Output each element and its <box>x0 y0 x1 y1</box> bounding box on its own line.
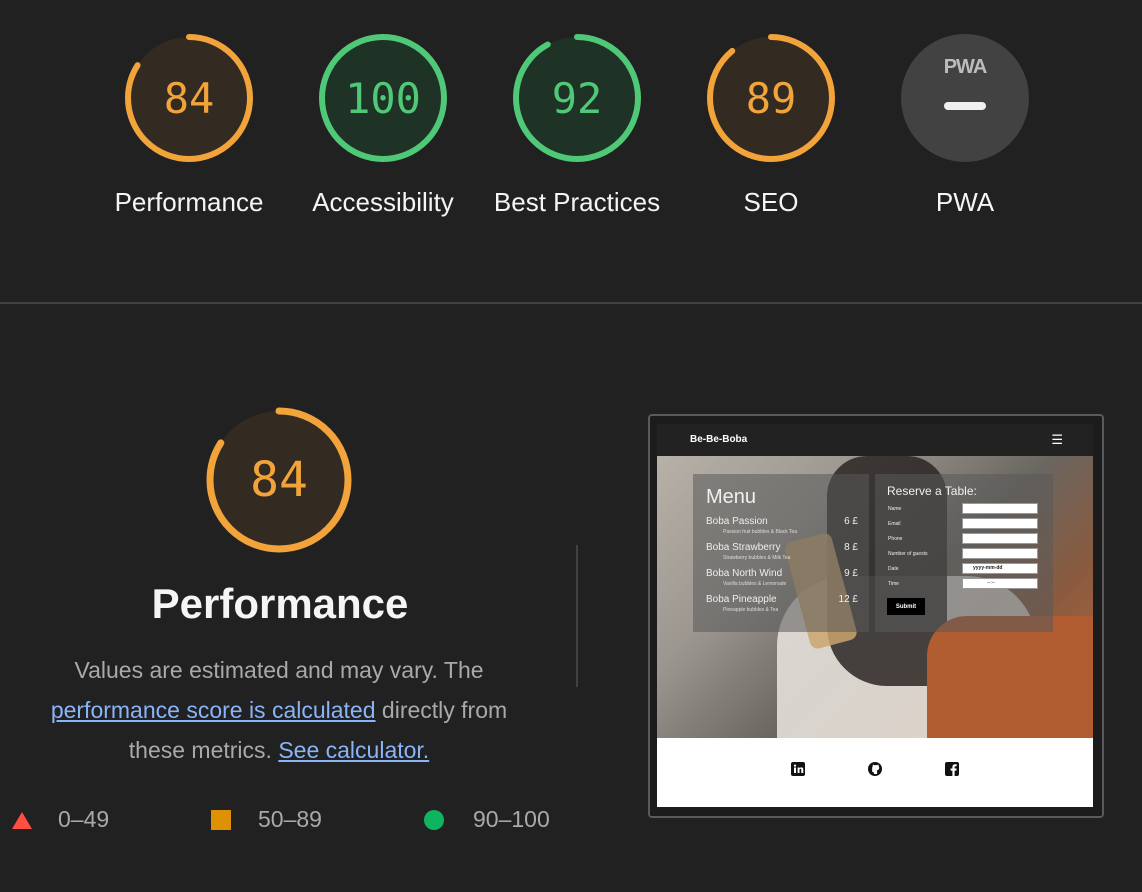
score-label: SEO <box>743 187 799 217</box>
form-title: Reserve a Table: <box>887 484 977 498</box>
form-label: Email <box>888 521 901 527</box>
menu-item-price: 8 £ <box>844 542 858 553</box>
site-navbar: Be-Be-Boba ☰ <box>657 424 1093 456</box>
hero-image: Menu Boba Passion 6 £ Passion fruit bubbl… <box>657 456 1093 746</box>
submit-button[interactable]: Submit <box>887 598 925 615</box>
pwa-icon <box>901 34 1029 162</box>
final-screenshot[interactable]: Be-Be-Boba ☰ Menu Boba Passion 6 £ Passio… <box>657 424 1093 807</box>
legend-range: 0–49 <box>58 806 110 832</box>
menu-item: Boba Pineapple 12 £ <box>706 594 858 605</box>
form-label: Name <box>888 506 902 512</box>
guests-field[interactable] <box>962 548 1038 559</box>
name-field[interactable] <box>962 503 1038 514</box>
circle-icon <box>424 809 444 830</box>
reserve-form: Reserve a Table: Name Email Phone Number… <box>875 474 1053 632</box>
score-label: Accessibility <box>312 187 454 217</box>
score-label: PWA <box>935 187 995 217</box>
score-value: 92 <box>551 73 603 123</box>
menu-item: Boba Passion 6 £ <box>706 516 858 527</box>
menu-item-name: Boba Pineapple <box>706 594 777 605</box>
form-label: Time <box>888 581 899 587</box>
hero-shape <box>927 616 1093 746</box>
facebook-icon[interactable] <box>945 762 959 776</box>
hamburger-icon: ☰ <box>1051 432 1063 447</box>
form-label: Phone <box>888 536 903 542</box>
menu-item-price: 6 £ <box>844 516 858 527</box>
score-value: 89 <box>745 73 797 123</box>
triangle-icon <box>12 811 32 829</box>
menu-item: Boba Strawberry 8 £ <box>706 542 858 553</box>
section-title: Performance <box>151 580 409 627</box>
score-value: 84 <box>163 73 215 123</box>
menu-item-desc: Pineapple bubbles & Tea <box>723 607 779 613</box>
site-brand: Be-Be-Boba <box>690 434 748 445</box>
score-calculated-link[interactable]: performance score is calculated <box>51 697 376 723</box>
legend-fail: 0–49 <box>10 806 109 833</box>
vertical-divider <box>576 545 578 687</box>
square-icon <box>211 809 231 830</box>
legend-range: 50–89 <box>258 806 322 832</box>
pwa-badge: PWA <box>943 56 988 78</box>
menu-item-name: Boba Passion <box>706 516 768 527</box>
menu-panel: Menu Boba Passion 6 £ Passion fruit bubbl… <box>693 474 869 632</box>
legend-pass: 90–100 <box>423 806 550 833</box>
menu-item-name: Boba North Wind <box>706 568 783 579</box>
date-field[interactable]: yyyy-mm-dd <box>962 563 1038 574</box>
legend-range: 90–100 <box>473 806 550 832</box>
linkedin-icon[interactable] <box>791 762 805 776</box>
form-label: Date <box>888 566 899 572</box>
form-label: Number of guests <box>888 551 928 557</box>
menu-item-desc: Vanilla bubbles & Lemonade <box>723 581 787 587</box>
section-divider <box>0 302 1142 304</box>
see-calculator-link[interactable]: See calculator. <box>278 737 429 763</box>
score-label: Best Practices <box>493 187 661 217</box>
legend-average: 50–89 <box>210 806 322 833</box>
menu-item-price: 9 £ <box>844 568 858 579</box>
site-footer <box>657 738 1093 807</box>
score-value-large: 84 <box>250 452 308 508</box>
menu-item-price: 12 £ <box>838 594 858 605</box>
menu-item-name: Boba Strawberry <box>706 542 781 553</box>
score-description: Values are estimated and may vary. The p… <box>20 650 538 770</box>
menu-title: Menu <box>706 486 757 508</box>
time-field[interactable]: --:-- <box>962 578 1038 589</box>
desc-text: Values are estimated and may vary. The <box>74 657 484 683</box>
score-label: Performance <box>114 187 264 217</box>
phone-field[interactable] <box>962 533 1038 544</box>
email-field[interactable] <box>962 518 1038 529</box>
menu-item: Boba North Wind 9 £ <box>706 568 858 579</box>
menu-item-desc: Strawberry bubbles & Milk Tea <box>723 555 791 561</box>
score-value: 100 <box>345 73 421 123</box>
menu-item-desc: Passion fruit bubbles & Black Tea <box>723 529 798 535</box>
github-icon[interactable] <box>868 762 882 776</box>
